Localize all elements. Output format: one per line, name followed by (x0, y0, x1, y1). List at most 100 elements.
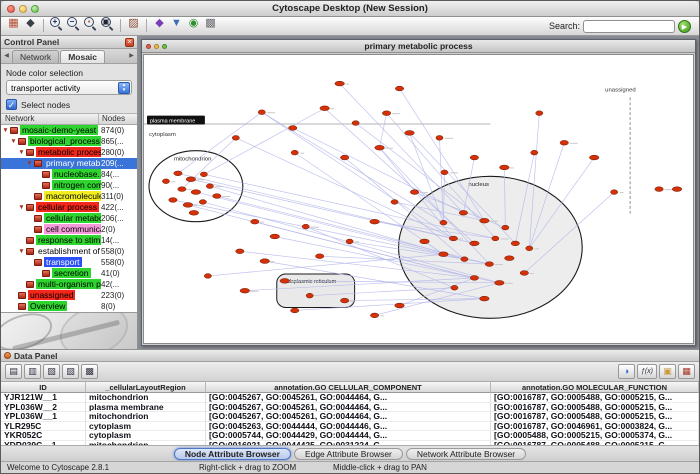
delete-table-icon[interactable]: ▦ (678, 364, 695, 379)
network-node[interactable] (199, 200, 206, 205)
new-attribute-icon[interactable]: ▧ (43, 364, 60, 379)
delete-attribute-icon[interactable]: ▨ (62, 364, 79, 379)
tree-item[interactable]: nitrogen compo90(... (1, 180, 137, 191)
column-header[interactable]: annotation.GO CELLULAR_COMPONENT (206, 382, 491, 393)
network-node[interactable] (589, 155, 599, 160)
network-node[interactable] (470, 241, 480, 246)
network-node[interactable] (302, 224, 309, 229)
network-node[interactable] (251, 219, 259, 224)
column-header[interactable]: ID (1, 382, 86, 393)
network-node[interactable] (320, 106, 330, 111)
network-node[interactable] (485, 262, 493, 267)
network-node[interactable] (560, 140, 568, 145)
expander-icon[interactable]: ▼ (1, 127, 10, 134)
network-node[interactable] (502, 225, 509, 230)
network-edge[interactable] (380, 113, 387, 148)
data-panel-float-icon[interactable] (4, 352, 11, 359)
search-input[interactable] (583, 20, 675, 33)
tree-item[interactable]: response to stimul14(... (1, 235, 137, 246)
network-node[interactable] (655, 187, 663, 192)
network-node[interactable] (186, 177, 196, 182)
network-node[interactable] (346, 239, 353, 244)
network-edge[interactable] (340, 84, 464, 213)
attribute-chart-icon[interactable]: ◑ (618, 364, 635, 379)
network-node[interactable] (315, 254, 323, 259)
tree-item[interactable]: ▼metabolic process280(0) (1, 147, 137, 158)
network-node[interactable] (470, 155, 478, 160)
tree-item[interactable]: cellular metabo206(... (1, 213, 137, 224)
network-overview-thumbnail[interactable] (1, 312, 137, 349)
tree-item[interactable]: ▼establishment of lo558(0) (1, 246, 137, 257)
open-session-icon[interactable]: ◆ (22, 15, 39, 32)
network-node[interactable] (382, 111, 390, 116)
node-color-select[interactable]: transporter activity ▲ ▼ (6, 80, 132, 95)
table-row[interactable]: YPL036W__1mitochondrion[GO:0045267, GO:0… (1, 412, 699, 422)
network-node[interactable] (459, 210, 467, 215)
tree-item[interactable]: Overview8(0) (1, 301, 137, 312)
network-node[interactable] (240, 288, 250, 293)
network-node[interactable] (672, 187, 682, 192)
network-frame-titlebar[interactable]: primary metabolic process (142, 40, 695, 53)
column-header[interactable]: annotation.GO MOLECULAR_FUNCTION (491, 382, 699, 393)
tree-item[interactable]: ▼biological_process865(... (1, 136, 137, 147)
new-session-icon[interactable]: ▦ (5, 15, 22, 32)
network-canvas[interactable]: plasma membranecytoplasmunassignedmitoch… (144, 55, 693, 343)
network-node[interactable] (306, 293, 313, 298)
network-node[interactable] (480, 296, 490, 301)
expander-icon[interactable]: ▼ (9, 138, 18, 145)
vizmapper-icon[interactable]: ◆ (151, 15, 168, 32)
network-node[interactable] (213, 194, 221, 199)
layout-icon[interactable]: ◉ (185, 15, 202, 32)
network-node[interactable] (204, 274, 211, 279)
zoom-fit-icon[interactable]: ▣ (99, 15, 116, 32)
network-node[interactable] (162, 179, 169, 184)
annotation-icon[interactable]: ▨ (125, 15, 142, 32)
search-go-icon[interactable]: ▶ (678, 20, 691, 33)
tab-scroll-right-icon[interactable]: ▶ (127, 50, 136, 63)
expander-icon[interactable]: ▼ (17, 204, 26, 211)
network-node[interactable] (526, 246, 533, 251)
nodes-column-header[interactable]: Nodes (99, 114, 137, 124)
table-row[interactable]: YLR295Ccytoplasm[GO:0045263, GO:0044444,… (1, 422, 699, 432)
network-node[interactable] (375, 145, 385, 150)
network-node[interactable] (611, 190, 618, 195)
select-attributes-icon[interactable]: ▤ (5, 364, 22, 379)
network-node[interactable] (191, 190, 201, 195)
network-node[interactable] (436, 135, 443, 140)
import-attributes-icon[interactable]: ▩ (81, 364, 98, 379)
network-node[interactable] (395, 86, 403, 91)
network-node[interactable] (183, 203, 193, 208)
tab-network[interactable]: Network (12, 50, 59, 63)
network-node[interactable] (352, 121, 359, 126)
tree-item[interactable]: cell communica2(0) (1, 224, 137, 235)
tree-item[interactable]: unassigned223(0) (1, 290, 137, 301)
network-node[interactable] (451, 285, 458, 290)
network-node[interactable] (232, 135, 239, 140)
network-node[interactable] (169, 198, 177, 203)
open-attribute-file-icon[interactable]: ▣ (659, 364, 676, 379)
tree-item[interactable]: multi-organism pro42(... (1, 279, 137, 290)
function-builder-icon[interactable]: ƒ(x) (637, 364, 657, 379)
network-node[interactable] (420, 239, 430, 244)
network-node[interactable] (480, 218, 490, 223)
network-node[interactable] (291, 308, 299, 313)
network-node[interactable] (258, 110, 265, 115)
table-row[interactable]: YKR052Ccytoplasm[GO:0005744, GO:0044429,… (1, 431, 699, 441)
tree-item[interactable]: macromolecule311(0) (1, 191, 137, 202)
network-node[interactable] (280, 278, 290, 283)
tree-item[interactable]: transport558(0) (1, 257, 137, 268)
zoom-out-icon[interactable]: − (65, 15, 82, 32)
table-row[interactable]: YPL036W__2plasma membrane[GO:0045267, GO… (1, 403, 699, 413)
network-node[interactable] (370, 219, 380, 224)
network-node[interactable] (174, 171, 182, 176)
network-node[interactable] (500, 165, 510, 170)
network-node[interactable] (340, 298, 348, 303)
network-node[interactable] (236, 249, 244, 254)
network-node[interactable] (289, 126, 297, 131)
network-node[interactable] (200, 172, 207, 177)
expander-icon[interactable]: ▼ (17, 149, 26, 156)
tree-item[interactable]: secretion41(0) (1, 268, 137, 279)
network-node[interactable] (441, 170, 448, 175)
zoom-in-icon[interactable]: + (48, 15, 65, 32)
network-node[interactable] (461, 257, 468, 262)
